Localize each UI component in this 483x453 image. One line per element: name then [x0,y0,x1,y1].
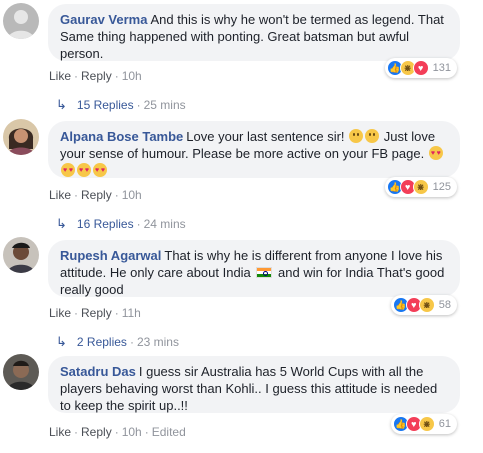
heart-eyes-emoji-icon [93,162,107,179]
like-link[interactable]: Like [49,188,71,202]
comment-bubble: Gaurav Verma And this is why he won't be … [48,4,460,61]
replies-count[interactable]: 15 Replies [77,98,134,112]
comment-actions: Like · Reply · 10h [49,188,142,202]
heart-eyes-emoji-icon [77,162,91,179]
like-link[interactable]: Like [49,306,71,320]
timestamp[interactable]: 11h [122,306,141,320]
reaction-count: 131 [432,62,451,74]
replies-count[interactable]: 16 Replies [77,217,134,231]
view-replies[interactable]: ↳ 2 Replies · 23 mins [56,334,179,350]
haha-icon: ⋇ [418,416,435,432]
comment-bubble: Rupesh Agarwal That is why he is differen… [48,240,460,297]
reply-link[interactable]: Reply [81,188,112,202]
timestamp[interactable]: 10h [122,69,142,83]
replies-time: 24 mins [143,217,186,231]
reaction-count: 61 [438,418,451,430]
india-flag-icon [256,267,273,278]
smile-emoji-icon [365,129,380,143]
reply-link[interactable]: Reply [81,425,112,439]
commenter-name[interactable]: Alpana Bose Tambe [60,129,183,144]
commenter-name[interactable]: Rupesh Agarwal [60,248,161,263]
reply-arrow-icon: ↳ [56,216,67,231]
view-replies[interactable]: ↳ 15 Replies · 25 mins [56,97,186,113]
haha-icon: ⋇ [412,179,429,195]
replies-count[interactable]: 2 Replies [77,335,127,349]
replies-time: 25 mins [143,98,186,112]
reaction-count: 58 [438,299,451,311]
reply-arrow-icon: ↳ [56,97,67,112]
like-link[interactable]: Like [49,69,71,83]
heart-eyes-emoji-icon [428,145,443,162]
edited-label[interactable]: Edited [152,425,186,439]
comment-actions: Like · Reply · 10h [49,69,142,83]
comment-actions: Like · Reply · 11h [49,306,141,320]
heart-eyes-emoji-icon [61,162,75,179]
reactions-summary[interactable]: 👍 ♥ ⋇ 58 [390,295,457,315]
love-icon: ♥ [412,60,429,76]
reply-link[interactable]: Reply [81,69,112,83]
commenter-name[interactable]: Gaurav Verma [60,12,147,27]
replies-time: 23 mins [136,335,179,349]
haha-icon: ⋇ [418,297,435,313]
reaction-count: 125 [432,181,451,193]
comment-bubble: Satadru Das I guess sir Australia has 5 W… [48,356,460,413]
comment-text: Love your last sentence sir! [186,129,345,144]
reactions-summary[interactable]: 👍 ⋇ ♥ 131 [384,58,457,78]
reply-link[interactable]: Reply [81,306,112,320]
smile-emoji-icon [349,129,364,143]
avatar[interactable] [3,3,39,39]
reply-arrow-icon: ↳ [56,334,67,349]
timestamp[interactable]: 10h [122,425,142,439]
reactions-summary[interactable]: 👍 ♥ ⋇ 125 [384,177,457,197]
reactions-summary[interactable]: 👍 ♥ ⋇ 61 [390,414,457,434]
comment-actions: Like · Reply · 10h · Edited [49,425,186,439]
view-replies[interactable]: ↳ 16 Replies · 24 mins [56,216,186,232]
comment-bubble: Alpana Bose Tambe Love your last sentence… [48,121,460,179]
avatar[interactable] [3,119,39,155]
commenter-name[interactable]: Satadru Das [60,364,136,379]
avatar[interactable] [3,237,39,273]
like-link[interactable]: Like [49,425,71,439]
timestamp[interactable]: 10h [122,188,142,202]
avatar[interactable] [3,354,39,390]
